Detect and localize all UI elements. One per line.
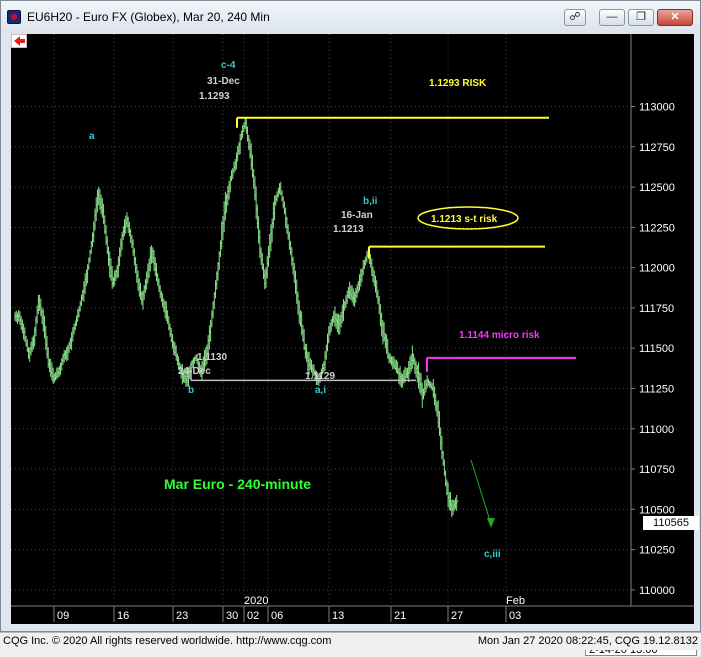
y-tick-label: 112500 xyxy=(639,182,675,194)
x-tick-label: 23 xyxy=(176,610,188,622)
chart-window: EU6H20 - Euro FX (Globex), Mar 20, 240 M… xyxy=(0,0,701,656)
y-tick-label: 110000 xyxy=(639,585,675,597)
y-tick-label: 111750 xyxy=(639,303,674,315)
x-tick-label: 30 xyxy=(226,610,238,622)
x-tick-label: 06 xyxy=(271,610,283,622)
minimize-icon: — xyxy=(606,11,618,23)
y-tick-label: 112000 xyxy=(639,263,675,275)
risk-label-1213: 1.1213 s-t risk xyxy=(431,214,498,225)
x-period-label: 2020 xyxy=(244,595,268,607)
y-tick-label: 112250 xyxy=(639,222,675,234)
y-tick-label: 111500 xyxy=(639,343,674,355)
price-chart: 110000 110250 110500 110750 111000 111250 1115… xyxy=(11,34,694,622)
swing-date-24dec: 24-Dec xyxy=(178,366,211,377)
y-tick-label: 110500 xyxy=(639,504,675,516)
x-period-label: Feb xyxy=(506,595,525,607)
annotations: Mar Euro - 240-minute a b c-4 b,ii a,i c… xyxy=(89,60,540,560)
swing-date-16jan: 16-Jan xyxy=(341,210,373,221)
swing-price-1293: 1.1293 xyxy=(199,91,230,102)
last-price-tag: 110565 xyxy=(643,516,699,530)
grid xyxy=(11,34,631,606)
copyright-text: CQG Inc. © 2020 All rights reserved worl… xyxy=(3,635,332,647)
minimize-button[interactable]: — xyxy=(599,9,625,26)
y-tick-label: 111250 xyxy=(639,383,674,395)
x-tick-label: 27 xyxy=(451,610,463,622)
risk-label-1144: 1.1144 micro risk xyxy=(459,330,540,341)
y-tick-label: 113000 xyxy=(639,102,675,114)
x-tick-label: 13 xyxy=(332,610,344,622)
window-title: EU6H20 - Euro FX (Globex), Mar 20, 240 M… xyxy=(27,10,270,24)
wave-label-bii: b,ii xyxy=(363,196,378,207)
wave-label-c4: c-4 xyxy=(221,60,236,71)
y-tick-label: 110250 xyxy=(639,545,675,557)
x-axis: 09 16 23 30 02 06 13 21 27 03 2020 Feb xyxy=(11,595,694,622)
x-tick-label: 21 xyxy=(394,610,406,622)
risk-label-1293: 1.1293 RISK xyxy=(429,78,487,89)
x-tick-label: 02 xyxy=(247,610,259,622)
x-tick-label: 09 xyxy=(57,610,69,622)
chart-plot-area[interactable]: 110000 110250 110500 110750 111000 111250 1115… xyxy=(11,34,699,656)
wave-label-ai: a,i xyxy=(315,385,326,396)
y-tick-label: 112750 xyxy=(639,142,675,154)
close-icon: ✕ xyxy=(670,11,680,23)
y-tick-label: 111000 xyxy=(639,424,674,436)
restore-icon: ❐ xyxy=(636,11,646,23)
close-button[interactable]: ✕ xyxy=(657,9,693,26)
scroll-right-arrow-icon[interactable] xyxy=(11,34,27,48)
wave-label-b: b xyxy=(188,385,194,396)
title-bar[interactable]: EU6H20 - Euro FX (Globex), Mar 20, 240 M… xyxy=(1,1,700,33)
cqg-app-icon xyxy=(7,10,21,24)
restore-button[interactable]: ❐ xyxy=(628,9,654,26)
price-bars xyxy=(14,117,459,518)
swing-price-1213: 1.1213 xyxy=(333,224,364,235)
x-tick-label: 16 xyxy=(117,610,129,622)
wave-label-ciii: c,iii xyxy=(484,549,501,560)
wave-label-a: a xyxy=(89,131,95,142)
projection-arrow-head xyxy=(487,518,495,528)
swing-price-1130: 1.1130 xyxy=(197,352,227,363)
link-icon[interactable]: ☍ xyxy=(564,9,586,26)
x-tick-label: 03 xyxy=(509,610,521,622)
timestamp-text: Mon Jan 27 2020 08:22:45, CQG 19.12.8132 xyxy=(477,635,698,647)
chart-title: Mar Euro - 240-minute xyxy=(164,476,311,492)
status-bar: CQG Inc. © 2020 All rights reserved worl… xyxy=(0,632,701,650)
swing-date-31dec: 31-Dec xyxy=(207,76,240,87)
swing-price-1129: 1.1129 xyxy=(305,371,335,382)
projection-arrow-line xyxy=(470,459,492,525)
y-tick-label: 110750 xyxy=(639,464,675,476)
risk-levels xyxy=(190,116,576,382)
